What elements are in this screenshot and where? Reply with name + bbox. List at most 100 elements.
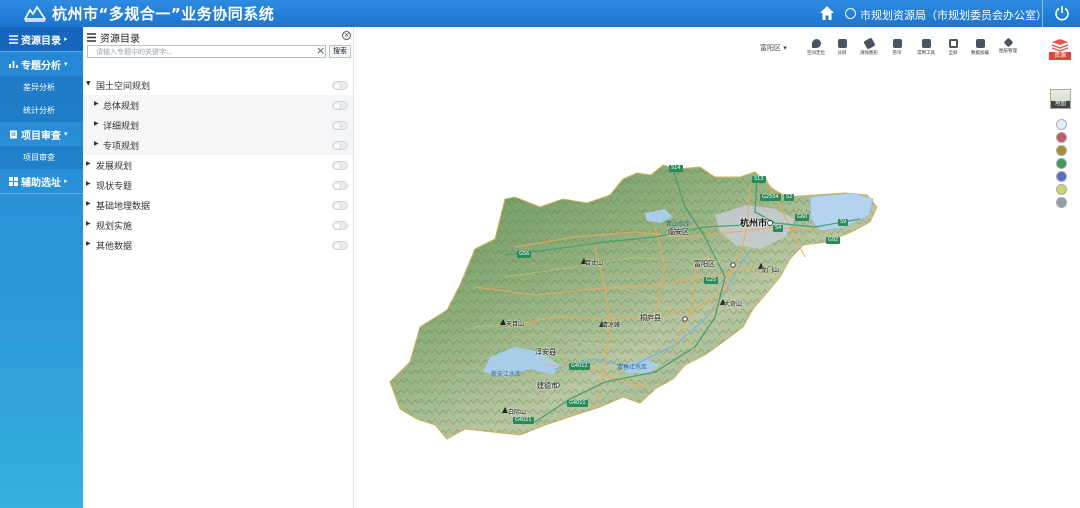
expand-right-icon[interactable]: ▶ <box>86 160 91 167</box>
tree-node-detailed-plan[interactable]: ▶ 详细规划 <box>83 115 353 135</box>
panel-title: 资源目录 <box>100 33 140 45</box>
tree-node-status-topic[interactable]: ▶ 现状专题 <box>83 175 353 195</box>
layer-manager-tool[interactable]: 图层管理 <box>997 37 1019 54</box>
download-icon <box>975 39 985 48</box>
highway-shield: G25 <box>704 277 719 284</box>
place-label-linan: 临安区 <box>668 228 689 236</box>
tree-node-label: 基础地理数据 <box>96 202 151 212</box>
layer-toggle[interactable] <box>332 81 348 90</box>
split-screen-icon <box>837 39 847 48</box>
layer-toggle[interactable] <box>332 201 348 210</box>
layer-toggle[interactable] <box>332 181 348 190</box>
place-label-chunan: 淳安县 <box>535 348 556 356</box>
clear-graphics-tool[interactable]: 清除图形 <box>858 37 880 56</box>
search-input[interactable] <box>87 45 326 58</box>
nav-sub-diff-analysis[interactable]: 差异分析 <box>0 76 83 99</box>
expand-right-icon[interactable]: ▶ <box>86 200 91 207</box>
expand-right-icon[interactable]: ▶ <box>86 240 91 247</box>
fullscreen-tool[interactable]: 全屏 <box>942 39 964 56</box>
power-icon[interactable] <box>1054 5 1070 21</box>
data-load-tool[interactable]: 数据加载 <box>969 39 991 56</box>
tree-node-master-plan[interactable]: ▶ 总体规划 <box>83 95 353 115</box>
layer-color-swatch[interactable] <box>1056 145 1067 156</box>
tool-label: 卷帘 <box>892 51 902 56</box>
nav-label: 资源目录 <box>21 35 61 47</box>
caret-down-icon: ▾ <box>64 130 68 138</box>
close-icon[interactable]: × <box>342 31 351 40</box>
user-name[interactable]: 市规划资源局（市规划委员会办公室） <box>860 7 1047 23</box>
district-select[interactable]: 富阳区 ▾ <box>760 43 787 53</box>
resource-button[interactable]: 资源 <box>1049 37 1071 60</box>
expand-right-icon[interactable]: ▶ <box>86 220 91 227</box>
basemap-switch[interactable]: 地图 <box>1050 89 1071 109</box>
tool-label: 分屏 <box>837 51 847 56</box>
expand-right-icon[interactable]: ▶ <box>94 100 99 107</box>
app-header: 杭州市“多规合一”业务协同系统 市规划资源局（市规划委员会办公室） <box>0 0 1080 27</box>
highway-shield: S14 <box>669 165 683 172</box>
expand-down-icon[interactable]: ▼ <box>86 80 91 87</box>
nav-label: 辅助选址 <box>21 177 61 189</box>
layer-color-swatch[interactable] <box>1056 197 1067 208</box>
place-label-jiande: 建德市 <box>537 382 558 390</box>
layer-color-swatch[interactable] <box>1056 158 1067 169</box>
layer-toggle[interactable] <box>332 121 348 130</box>
panel-header: 资源目录 <box>87 30 140 45</box>
highway-shield: S9 <box>838 219 849 226</box>
nav-item-project-review[interactable]: 项目审查 ▾ <box>0 122 83 146</box>
search-button[interactable]: 搜索 <box>329 45 351 58</box>
layer-color-swatch[interactable] <box>1056 171 1067 182</box>
split-screen-tool[interactable]: 分屏 <box>831 39 853 56</box>
tree-node-land-planning[interactable]: ▼ 国土空间规划 <box>83 75 353 95</box>
tree-node-special-plan[interactable]: ▶ 专项规划 <box>83 135 353 155</box>
clear-icon[interactable]: × <box>316 45 326 58</box>
tool-label: 全屏 <box>948 51 958 56</box>
highway-shield: G2504 <box>760 194 781 201</box>
nav-sub-stat-analysis[interactable]: 统计分析 <box>0 99 83 122</box>
layer-toggle[interactable] <box>332 101 348 110</box>
expand-right-icon[interactable]: ▶ <box>94 140 99 147</box>
highway-shield: G60 <box>795 214 810 221</box>
tool-label: 空间定位 <box>807 51 825 56</box>
chevron-down-icon: ▾ <box>783 44 787 52</box>
place-label-daqi: 大奇山 <box>724 301 743 308</box>
nav-label: 项目审查 <box>21 130 61 142</box>
highway-shield: G4021 <box>513 417 534 424</box>
layer-toggle[interactable] <box>332 141 348 150</box>
swipe-icon <box>892 39 902 48</box>
tree-node-label: 现状专题 <box>96 182 133 192</box>
layer-color-swatch[interactable] <box>1056 184 1067 195</box>
layers-icon <box>1003 37 1013 48</box>
nav-item-resource-catalog[interactable]: 资源目录 ▸ <box>0 27 83 51</box>
place-label-tonglu: 桐庐县 <box>640 314 661 322</box>
tree-node-label: 发展规划 <box>96 162 133 172</box>
common-tools[interactable]: 常用工具 <box>915 39 937 56</box>
tree-node-label: 其他数据 <box>96 242 133 252</box>
region-map[interactable] <box>355 27 1080 508</box>
tree-node-other-data[interactable]: ▶ 其他数据 <box>83 235 353 255</box>
locate-tool[interactable]: 空间定位 <box>805 39 827 56</box>
left-nav: 资源目录 ▸ 专题分析 ▾ 差异分析 统计分析 项目审查 ▾ 项目审查 辅助选址… <box>0 27 83 508</box>
nav-sub-project-review[interactable]: 项目审查 <box>0 146 83 169</box>
map-view[interactable]: 杭州市 富阳区 临安区 桐庐县 淳安县 建德市 龙门山 百丈山 天目山 清凉峰 … <box>355 27 1080 508</box>
resource-label: 资源 <box>1049 52 1071 60</box>
nav-item-site-selection[interactable]: 辅助选址 ▸ <box>0 169 83 193</box>
layer-toggle[interactable] <box>332 221 348 230</box>
tree-node-base-geo-data[interactable]: ▶ 基础地理数据 <box>83 195 353 215</box>
layer-toggle[interactable] <box>332 161 348 170</box>
expand-right-icon[interactable]: ▶ <box>94 120 99 127</box>
caret-right-icon: ▸ <box>64 177 68 185</box>
document-icon <box>10 130 17 138</box>
nav-item-topic-analysis[interactable]: 专题分析 ▾ <box>0 52 83 76</box>
home-icon[interactable] <box>818 4 836 22</box>
layer-toggle[interactable] <box>332 241 348 250</box>
tree-node-development-plan[interactable]: ▶ 发展规划 <box>83 155 353 175</box>
swipe-tool[interactable]: 卷帘 <box>886 39 908 56</box>
expand-right-icon[interactable]: ▶ <box>86 180 91 187</box>
nav-label: 专题分析 <box>21 60 61 72</box>
tree-node-label: 总体规划 <box>103 102 140 112</box>
highway-shield: S2 <box>784 194 795 201</box>
layer-color-swatch[interactable] <box>1056 132 1067 143</box>
layer-color-swatch[interactable] <box>1056 119 1067 130</box>
tree-node-plan-implementation[interactable]: ▶ 规划实施 <box>83 215 353 235</box>
tree-node-label: 专项规划 <box>103 142 140 152</box>
